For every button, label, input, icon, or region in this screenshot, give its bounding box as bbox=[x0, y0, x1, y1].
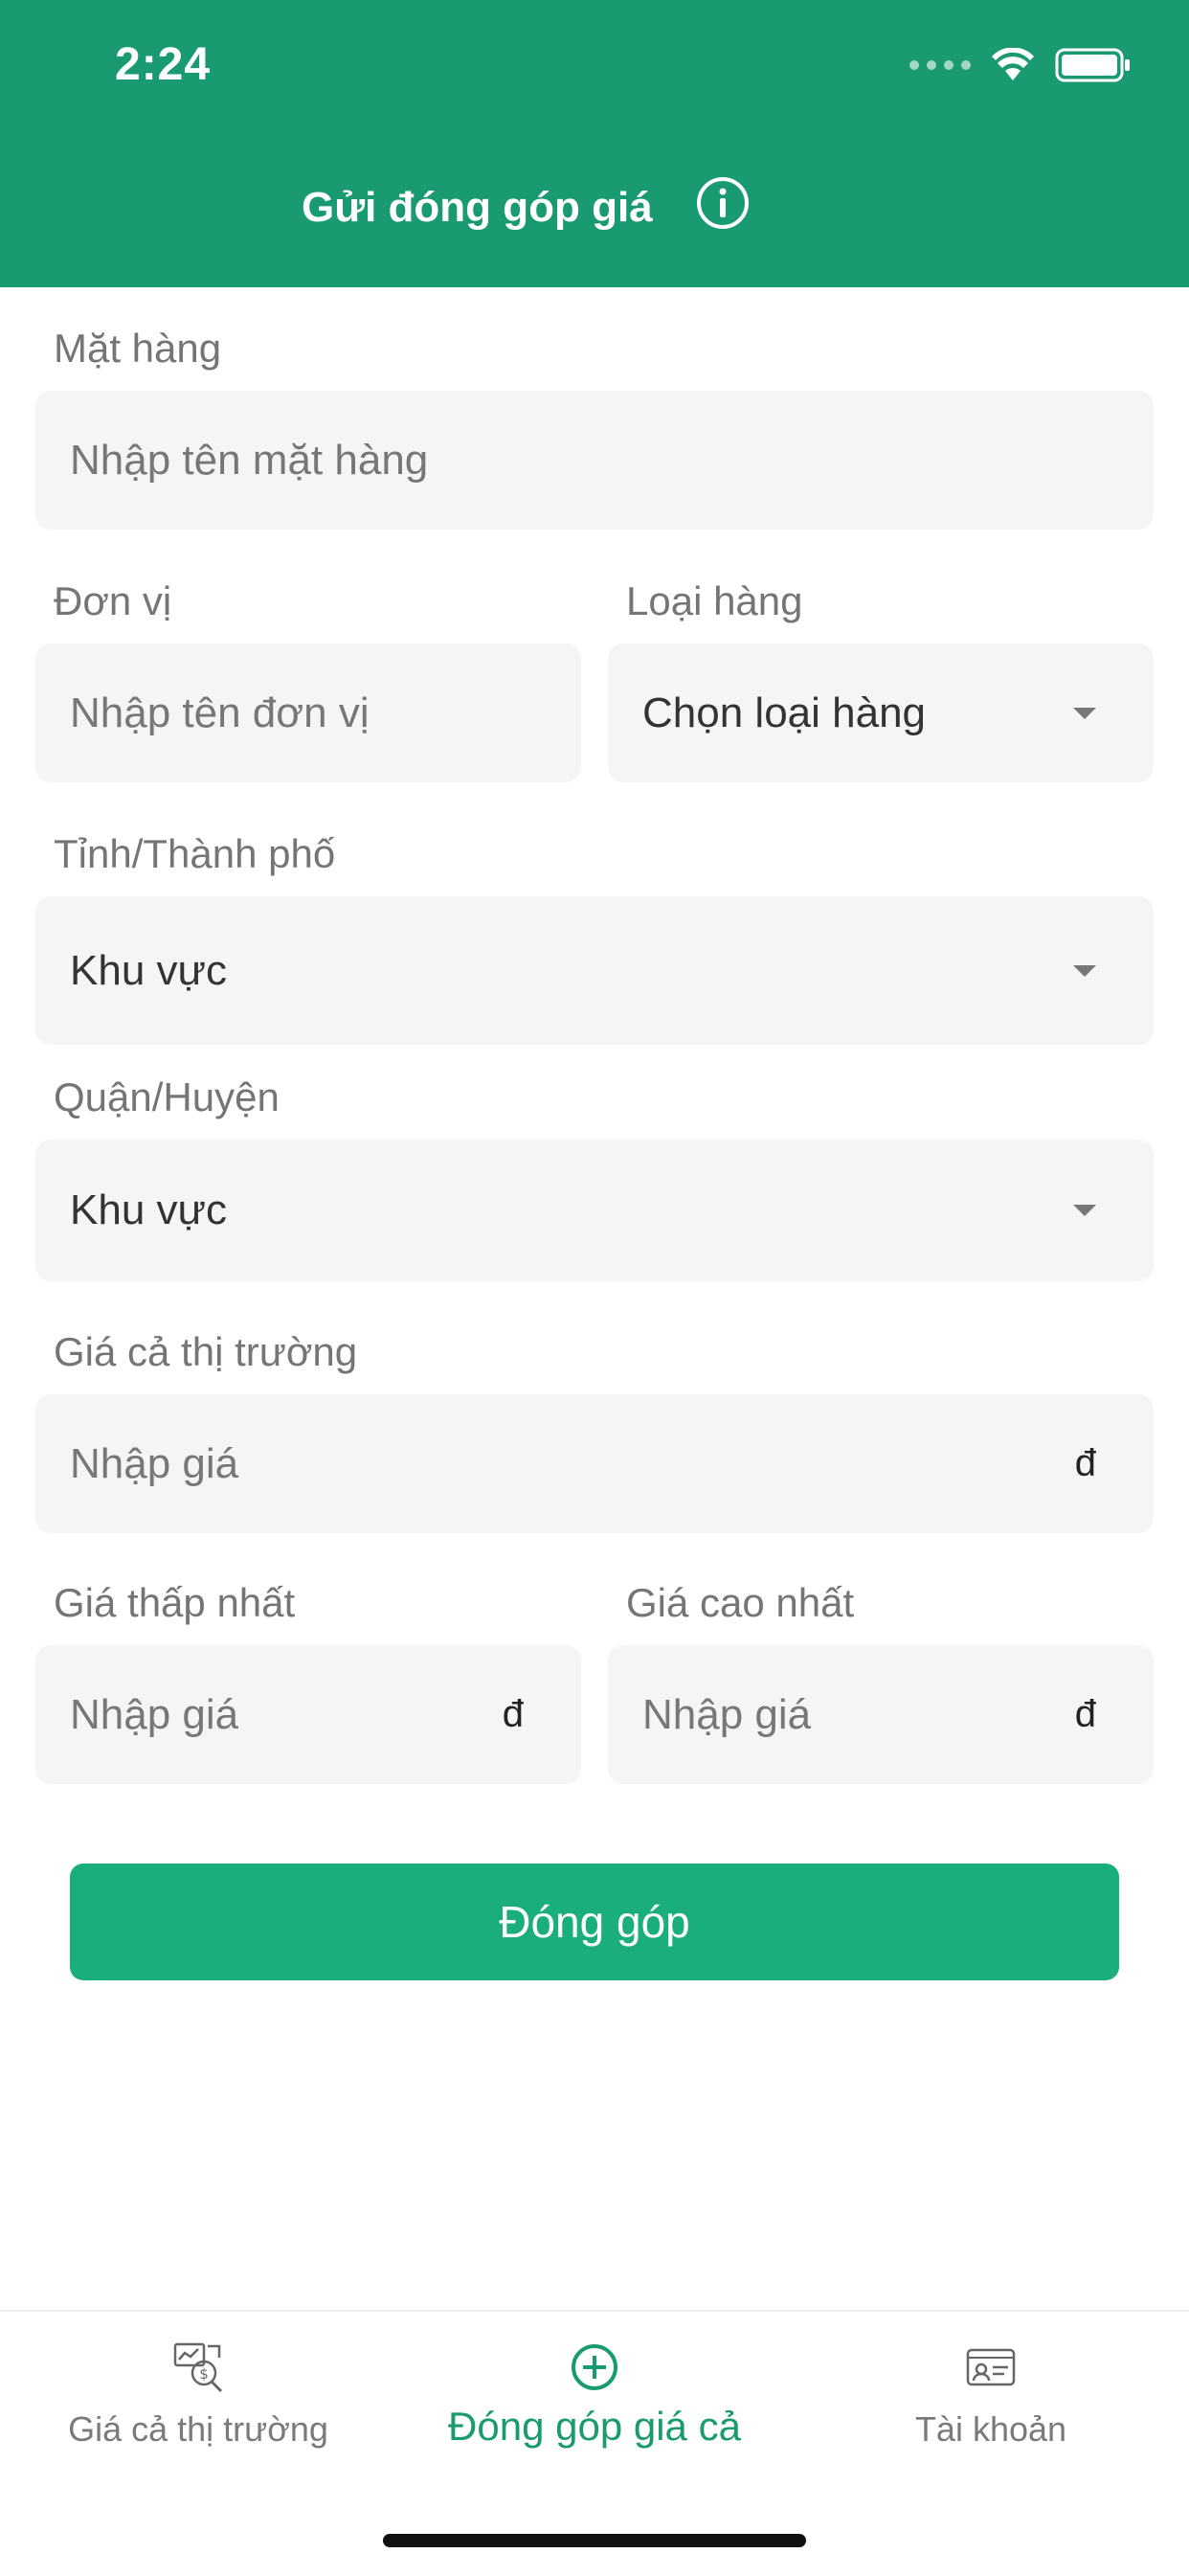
submit-button[interactable]: Đóng góp bbox=[70, 1864, 1119, 1980]
market-price-label: Giá cả thị trường bbox=[54, 1329, 358, 1374]
tab-label: Giá cả thị trường bbox=[68, 2409, 328, 2449]
tab-market-price[interactable]: $ Giá cả thị trường bbox=[0, 2340, 396, 2474]
province-value: Khu vực bbox=[70, 946, 227, 994]
add-circle-icon bbox=[572, 2344, 617, 2390]
province-select[interactable]: Khu vực bbox=[35, 896, 1154, 1045]
battery-icon bbox=[1055, 48, 1130, 81]
unit-label: Đơn vị bbox=[54, 578, 172, 623]
currency-suffix: đ bbox=[1074, 1693, 1096, 1735]
item-label: Mặt hàng bbox=[54, 326, 222, 371]
item-placeholder: Nhập tên mặt hàng bbox=[70, 436, 429, 484]
status-time: 2:24 bbox=[115, 39, 212, 90]
min-price-label: Giá thấp nhất bbox=[54, 1580, 296, 1625]
market-price-input[interactable]: Nhập giá đ bbox=[35, 1394, 1154, 1533]
account-card-icon bbox=[966, 2348, 1016, 2386]
currency-suffix: đ bbox=[1074, 1442, 1096, 1484]
unit-placeholder: Nhập tên đơn vị bbox=[70, 689, 370, 736]
item-input[interactable]: Nhập tên mặt hàng bbox=[35, 391, 1154, 530]
chevron-down-icon bbox=[1073, 707, 1096, 719]
currency-suffix: đ bbox=[502, 1693, 524, 1735]
svg-text:$: $ bbox=[199, 2365, 209, 2383]
tab-label: Đóng góp giá cả bbox=[448, 2404, 741, 2449]
page-title: Gửi đóng góp giá bbox=[302, 184, 653, 231]
app-header: 2:24 Gửi đóng góp giá bbox=[0, 0, 1189, 287]
tab-account[interactable]: Tài khoản bbox=[793, 2340, 1189, 2474]
district-select[interactable]: Khu vực bbox=[35, 1140, 1154, 1281]
min-price-placeholder: Nhập giá bbox=[70, 1690, 239, 1738]
market-price-placeholder: Nhập giá bbox=[70, 1439, 239, 1487]
title-bar: Gửi đóng góp giá bbox=[0, 172, 1189, 249]
province-label: Tỉnh/Thành phố bbox=[54, 831, 336, 876]
info-icon[interactable] bbox=[694, 174, 752, 232]
market-price-icon: $ bbox=[173, 2342, 223, 2393]
max-price-placeholder: Nhập giá bbox=[642, 1690, 812, 1738]
district-value: Khu vực bbox=[70, 1186, 227, 1233]
category-label: Loại hàng bbox=[626, 578, 803, 623]
district-label: Quận/Huyện bbox=[54, 1074, 280, 1119]
max-price-input[interactable]: Nhập giá đ bbox=[608, 1645, 1154, 1784]
wifi-icon bbox=[992, 47, 1034, 80]
unit-input[interactable]: Nhập tên đơn vị bbox=[35, 644, 581, 782]
home-indicator bbox=[383, 2534, 806, 2547]
category-value: Chọn loại hàng bbox=[642, 689, 927, 736]
max-price-label: Giá cao nhất bbox=[626, 1580, 855, 1625]
cellular-signal-icon bbox=[909, 59, 971, 70]
category-select[interactable]: Chọn loại hàng bbox=[608, 644, 1154, 782]
chevron-down-icon bbox=[1073, 1205, 1096, 1216]
min-price-input[interactable]: Nhập giá đ bbox=[35, 1645, 581, 1784]
status-icons bbox=[909, 43, 1132, 86]
chevron-down-icon bbox=[1073, 964, 1096, 977]
tab-label: Tài khoản bbox=[914, 2409, 1067, 2449]
tab-contribute-price[interactable]: Đóng góp giá cả bbox=[396, 2340, 793, 2474]
